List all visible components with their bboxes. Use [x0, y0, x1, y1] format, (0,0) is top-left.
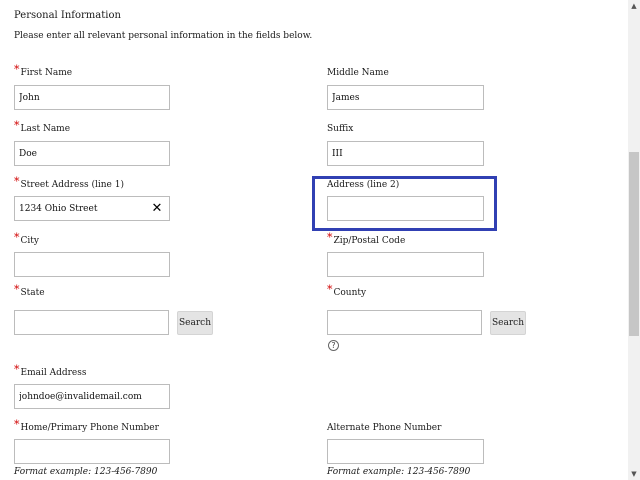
county-label: *County: [327, 283, 367, 298]
scroll-up-arrow-icon[interactable]: ▲: [628, 0, 640, 12]
zip-input[interactable]: [327, 252, 484, 277]
county-input[interactable]: [327, 310, 482, 335]
last-name-label: *Last Name: [14, 119, 71, 134]
scroll-down-arrow-icon[interactable]: ▼: [628, 468, 640, 480]
suffix-input[interactable]: [327, 141, 484, 166]
required-marker: *: [14, 418, 20, 431]
required-marker: *: [327, 231, 333, 244]
required-marker: *: [14, 175, 20, 188]
required-marker: *: [14, 119, 20, 132]
city-input[interactable]: [14, 252, 170, 277]
required-marker: *: [14, 283, 20, 296]
home-phone-label: *Home/Primary Phone Number: [14, 418, 159, 433]
home-phone-format-example: Format example: 123-456-7890: [14, 467, 158, 477]
scroll-thumb[interactable]: [629, 152, 639, 336]
alt-phone-format-example: Format example: 123-456-7890: [327, 467, 471, 477]
focus-highlight: [312, 176, 497, 231]
required-marker: *: [14, 363, 20, 376]
required-marker: *: [14, 63, 20, 76]
section-title: Personal Information: [14, 10, 121, 21]
county-search-button[interactable]: Search: [490, 311, 526, 335]
middle-name-label: Middle Name: [327, 68, 389, 78]
required-marker: *: [327, 283, 333, 296]
email-input[interactable]: [14, 384, 170, 409]
street-address-1-label: *Street Address (line 1): [14, 175, 124, 190]
clear-icon[interactable]: ✕: [150, 202, 164, 216]
state-input[interactable]: [14, 310, 169, 335]
home-phone-input[interactable]: [14, 439, 170, 464]
required-marker: *: [14, 231, 20, 244]
first-name-input[interactable]: [14, 85, 170, 110]
email-label: *Email Address: [14, 363, 87, 378]
street-address-1-input[interactable]: [14, 196, 170, 221]
help-icon[interactable]: ?: [328, 340, 339, 351]
alt-phone-label: Alternate Phone Number: [327, 423, 442, 433]
last-name-input[interactable]: [14, 141, 170, 166]
alt-phone-input[interactable]: [327, 439, 484, 464]
zip-label: *Zip/Postal Code: [327, 231, 406, 246]
instructions-text: Please enter all relevant personal infor…: [14, 31, 313, 41]
vertical-scrollbar[interactable]: ▲ ▼: [628, 0, 640, 480]
middle-name-input[interactable]: [327, 85, 484, 110]
state-search-button[interactable]: Search: [177, 311, 213, 335]
first-name-label: *First Name: [14, 63, 73, 78]
suffix-label: Suffix: [327, 124, 354, 134]
city-label: *City: [14, 231, 39, 246]
state-label: *State: [14, 283, 45, 298]
